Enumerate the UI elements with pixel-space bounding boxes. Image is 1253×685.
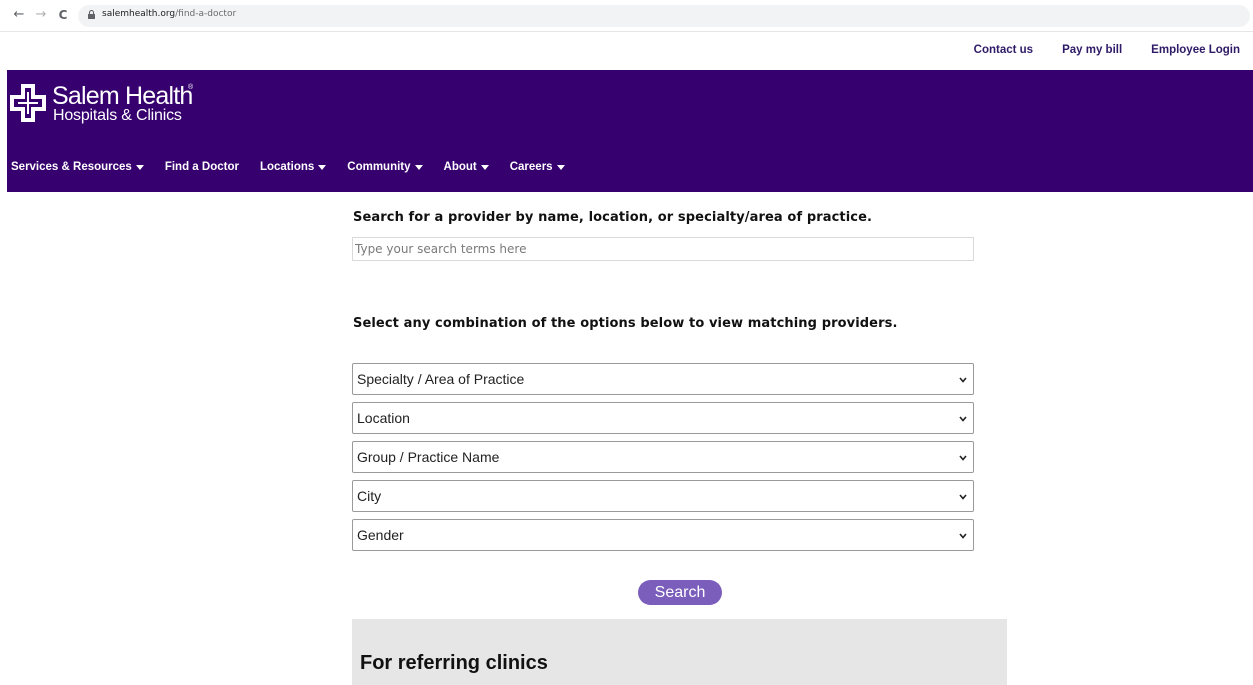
pay-my-bill-link[interactable]: Pay my bill: [1062, 44, 1122, 60]
main-nav: Services & Resources Find a Doctor Locat…: [11, 159, 565, 175]
nav-services-resources[interactable]: Services & Resources: [11, 161, 144, 173]
referring-clinics-title: For referring clinics: [360, 652, 548, 674]
nav-label: About: [443, 161, 477, 173]
nav-label: Locations: [259, 161, 315, 173]
nav-label: Find a Doctor: [164, 161, 239, 173]
gender-select[interactable]: Gender: [352, 519, 974, 551]
browser-toolbar: ← → C salemhealth.org/find-a-doctor: [0, 0, 1253, 32]
nav-find-a-doctor[interactable]: Find a Doctor: [165, 161, 239, 173]
chevron-down-icon: [959, 533, 967, 539]
nav-label: Community: [347, 161, 411, 173]
back-arrow-icon[interactable]: ←: [11, 6, 27, 24]
caret-down-icon: [480, 164, 489, 170]
city-select[interactable]: City: [352, 480, 974, 512]
caret-down-icon: [318, 164, 327, 170]
filters-heading: Select any combination of the options be…: [353, 316, 898, 331]
nav-careers[interactable]: Careers: [510, 161, 565, 173]
caret-down-icon: [135, 164, 144, 170]
lock-icon: [88, 10, 95, 19]
select-value: Gender: [357, 527, 404, 543]
contact-us-link[interactable]: Contact us: [974, 44, 1033, 60]
url-domain: salemhealth.org: [102, 9, 176, 19]
nav-label: Services & Resources: [11, 161, 132, 173]
address-bar[interactable]: [78, 5, 1250, 27]
reload-icon[interactable]: C: [55, 6, 71, 24]
url-path: /find-a-doctor: [175, 9, 237, 19]
registered-mark: ®: [188, 84, 194, 91]
nav-locations[interactable]: Locations: [259, 161, 327, 173]
forward-arrow-icon[interactable]: →: [33, 6, 49, 24]
specialty-select[interactable]: Specialty / Area of Practice: [352, 363, 974, 395]
select-value: Location: [357, 410, 410, 426]
caret-down-icon: [414, 164, 423, 170]
select-value: Specialty / Area of Practice: [357, 371, 525, 387]
employee-login-link[interactable]: Employee Login: [1151, 44, 1240, 60]
chevron-down-icon: [959, 377, 967, 383]
nav-about[interactable]: About: [444, 161, 489, 173]
chevron-down-icon: [959, 494, 967, 500]
salem-health-cross-logo-icon[interactable]: [10, 84, 46, 122]
select-value: Group / Practice Name: [357, 449, 500, 465]
location-select[interactable]: Location: [352, 402, 974, 434]
caret-down-icon: [556, 164, 565, 170]
select-value: City: [357, 488, 382, 504]
search-heading: Search for a provider by name, location,…: [353, 210, 873, 225]
utility-links: Contact us Pay my bill Employee Login: [974, 44, 1240, 60]
nav-community[interactable]: Community: [347, 161, 423, 173]
site-header: Salem Health ® Hospitals & Clinics Servi…: [7, 70, 1253, 192]
referring-clinics-panel: For referring clinics: [352, 619, 1007, 685]
nav-label: Careers: [509, 161, 553, 173]
provider-search-input[interactable]: [352, 237, 974, 261]
logo-subtitle: Hospitals & Clinics: [53, 107, 182, 124]
search-button[interactable]: Search: [638, 580, 722, 605]
chevron-down-icon: [959, 416, 967, 422]
chevron-down-icon: [959, 455, 967, 461]
url-text: salemhealth.org/find-a-doctor: [102, 9, 236, 19]
group-practice-select[interactable]: Group / Practice Name: [352, 441, 974, 473]
